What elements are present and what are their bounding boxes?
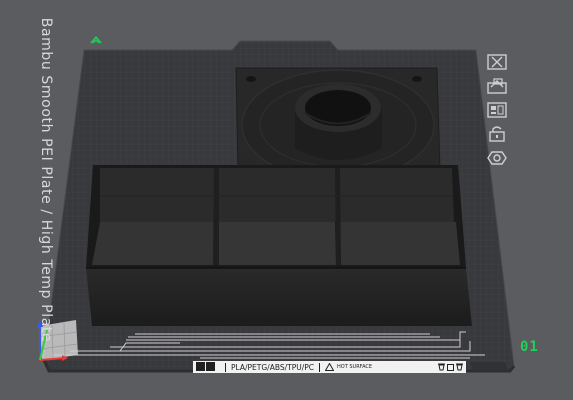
trash-icon <box>438 363 445 371</box>
trash-icon <box>456 363 463 371</box>
plate-type-label: Bambu Smooth PEI Plate / High Temp Plate <box>38 17 54 343</box>
compartment-box-model <box>86 165 472 326</box>
close-x-icon <box>487 54 507 70</box>
plate-toolbar <box>483 52 511 168</box>
remove-plate-button[interactable] <box>485 52 509 72</box>
round-mount-model <box>235 67 441 181</box>
warning-triangle-icon <box>325 363 335 371</box>
auto-orient-icon <box>487 78 507 94</box>
plate-settings-button[interactable] <box>485 148 509 168</box>
square-marker-icon <box>447 363 454 371</box>
lock-icon <box>489 126 505 142</box>
plate-materials-label: PLA/PETG/ABS/TPU/PC <box>231 362 315 372</box>
hot-surface-label: HOT SURFACE <box>337 363 373 370</box>
plate-settings-icon <box>487 151 507 165</box>
arrange-button[interactable] <box>485 100 509 120</box>
auto-orient-button[interactable] <box>485 76 509 96</box>
plate-number[interactable]: 01 <box>520 339 539 355</box>
plate-material-strip: PLA/PETG/ABS/TPU/PC HOT SURFACE <box>193 361 466 373</box>
plate-corner-tab <box>470 362 508 371</box>
arrange-icon <box>487 102 507 118</box>
qr-code-icon <box>196 362 220 372</box>
wifi-status-icon <box>90 30 102 49</box>
lock-plate-button[interactable] <box>485 124 509 144</box>
